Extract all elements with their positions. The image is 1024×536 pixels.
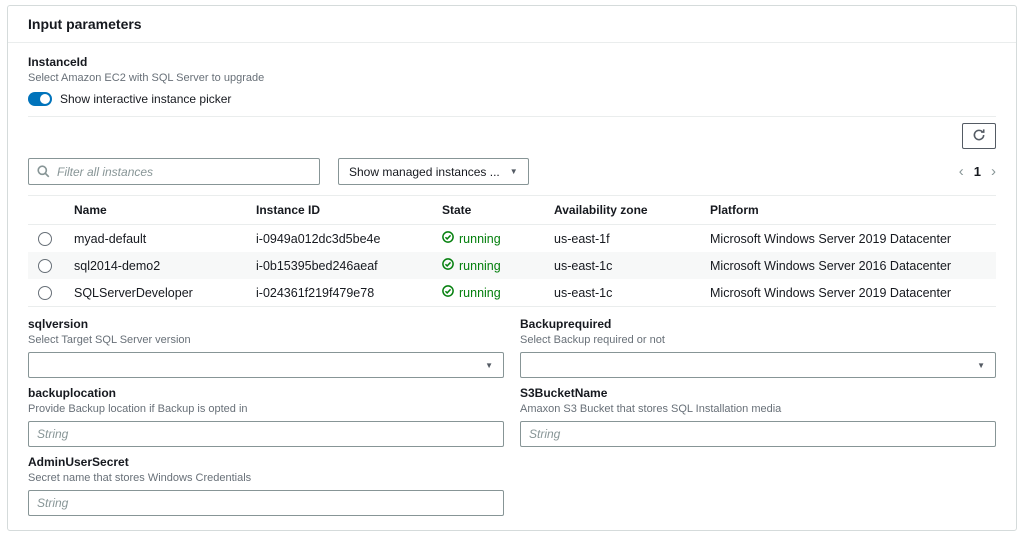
field-help: Select Backup required or not <box>520 334 665 346</box>
check-circle-icon <box>442 231 454 246</box>
cell-platform: Microsoft Windows Server 2019 Datacenter <box>700 279 996 307</box>
chevron-right-icon[interactable]: › <box>991 164 996 179</box>
cell-az: us-east-1f <box>554 231 610 246</box>
field-backuplocation: backuplocation Provide Backup location i… <box>28 386 504 447</box>
cell-instance-id: i-024361f219f479e78 <box>246 279 432 307</box>
field-s3bucketname: S3BucketName Amaxon S3 Bucket that store… <box>520 386 996 447</box>
state-label: running <box>459 285 501 300</box>
column-header-platform: Platform <box>700 195 996 225</box>
column-header-state: State <box>432 195 544 225</box>
status-badge: running <box>442 258 534 273</box>
caret-down-icon: ▼ <box>485 361 493 370</box>
interactive-picker-toggle[interactable] <box>28 92 52 106</box>
parameter-form: sqlversion Select Target SQL Server vers… <box>28 317 996 516</box>
sqlversion-select[interactable]: ▼ <box>28 352 504 378</box>
status-badge: running <box>442 285 534 300</box>
cell-az: us-east-1c <box>554 258 613 273</box>
instance-id-label: InstanceId <box>28 55 88 69</box>
cell-instance-id: i-0b15395bed246aeaf <box>256 258 378 273</box>
check-circle-icon <box>442 258 454 273</box>
field-help: Provide Backup location if Backup is opt… <box>28 403 248 415</box>
backuprequired-select[interactable]: ▼ <box>520 352 996 378</box>
page-title: Input parameters <box>28 16 142 32</box>
toggle-label: Show interactive instance picker <box>60 92 232 106</box>
cell-instance-id: i-0949a012dc3d5be4e <box>256 231 381 246</box>
pagination: ‹ 1 › <box>959 164 996 179</box>
state-label: running <box>459 258 501 273</box>
state-label: running <box>459 231 501 246</box>
field-label: Backuprequired <box>520 317 612 331</box>
cell-name: sql2014-demo2 <box>74 258 161 273</box>
field-label: sqlversion <box>28 317 89 331</box>
field-help: Amaxon S3 Bucket that stores SQL Install… <box>520 403 782 415</box>
filter-search <box>28 158 320 185</box>
page-number[interactable]: 1 <box>974 164 981 179</box>
refresh-button[interactable] <box>962 123 996 149</box>
cell-az: us-east-1c <box>544 279 700 307</box>
cell-name: SQLServerDeveloper <box>64 279 246 307</box>
column-header-az: Availability zone <box>544 195 700 225</box>
column-header-name: Name <box>64 195 246 225</box>
instances-table: Name Instance ID State Availability zone… <box>28 195 996 307</box>
field-adminusersecret: AdminUserSecret Secret name that stores … <box>28 455 504 516</box>
field-label: AdminUserSecret <box>28 455 129 469</box>
instance-picker: Show managed instances ... ▼ ‹ 1 › Name … <box>28 116 996 307</box>
input-parameters-card: Input parameters InstanceId Select Amazo… <box>7 5 1017 531</box>
s3bucketname-input[interactable] <box>520 421 996 447</box>
instance-type-dropdown[interactable]: Show managed instances ... ▼ <box>338 158 529 185</box>
caret-down-icon: ▼ <box>509 166 518 176</box>
instance-radio[interactable] <box>38 231 52 246</box>
instance-radio[interactable] <box>38 258 52 273</box>
field-label: backuplocation <box>28 386 117 400</box>
table-row[interactable]: myad-default i-0949a012dc3d5be4e running… <box>28 225 996 253</box>
card-header: Input parameters <box>8 6 1016 43</box>
table-row[interactable]: sql2014-demo2 i-0b15395bed246aeaf runnin… <box>28 252 996 279</box>
backuplocation-input[interactable] <box>28 421 504 447</box>
field-sqlversion: sqlversion Select Target SQL Server vers… <box>28 317 504 378</box>
cell-platform: Microsoft Windows Server 2016 Datacenter <box>710 258 952 273</box>
instance-radio[interactable] <box>38 285 52 300</box>
instance-id-param: InstanceId Select Amazon EC2 with SQL Se… <box>28 55 996 106</box>
status-badge: running <box>442 231 534 246</box>
cell-name: myad-default <box>74 231 147 246</box>
adminusersecret-input[interactable] <box>28 490 504 516</box>
toggle-knob <box>40 94 50 104</box>
field-help: Select Target SQL Server version <box>28 334 191 346</box>
filter-input[interactable] <box>28 158 320 185</box>
chevron-left-icon[interactable]: ‹ <box>959 164 964 179</box>
check-circle-icon <box>442 285 454 300</box>
field-help: Secret name that stores Windows Credenti… <box>28 472 252 484</box>
field-backuprequired: Backuprequired Select Backup required or… <box>520 317 996 378</box>
table-row[interactable]: SQLServerDeveloper i-024361f219f479e78 r… <box>28 279 996 307</box>
dropdown-label: Show managed instances ... <box>349 164 500 179</box>
instance-id-help: Select Amazon EC2 with SQL Server to upg… <box>28 72 265 84</box>
cell-platform: Microsoft Windows Server 2019 Datacenter <box>710 231 952 246</box>
field-label: S3BucketName <box>520 386 608 400</box>
table-header-row: Name Instance ID State Availability zone… <box>28 195 996 225</box>
radio-column-header <box>28 195 64 225</box>
caret-down-icon: ▼ <box>977 361 985 370</box>
column-header-instance-id: Instance ID <box>246 195 432 225</box>
refresh-icon <box>972 128 986 145</box>
